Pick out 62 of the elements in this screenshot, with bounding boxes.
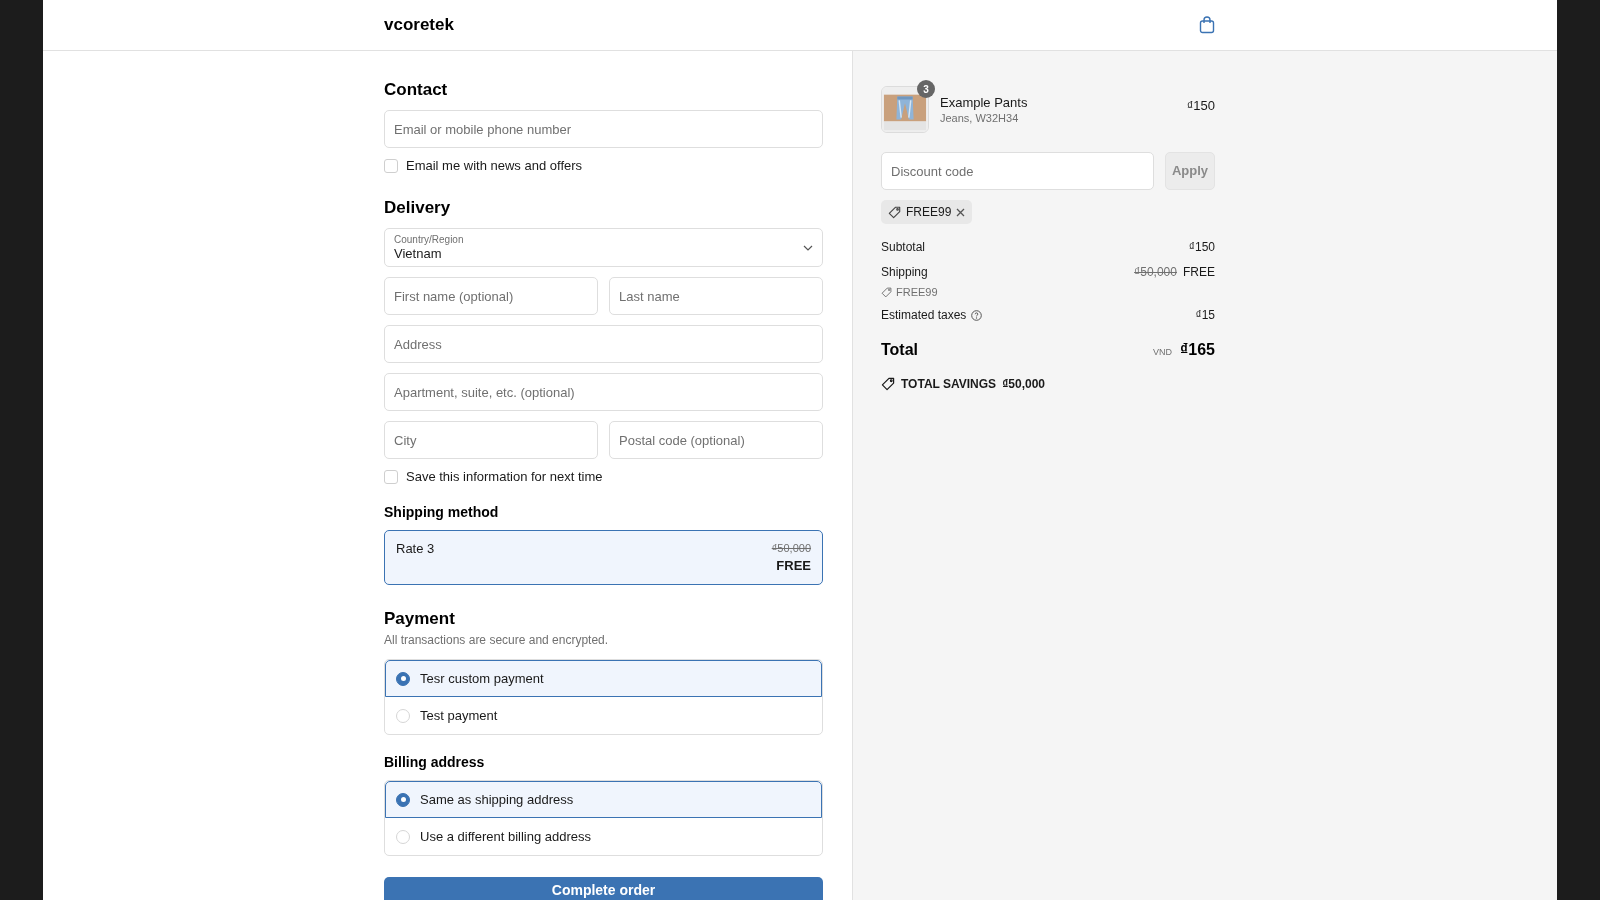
input-field[interactable]: Postal code (optional) xyxy=(609,421,823,459)
product-name: Example Pants xyxy=(940,94,1029,111)
tag-icon xyxy=(881,377,895,391)
radio-button[interactable] xyxy=(396,792,410,807)
radio-option[interactable]: Tesr custom payment xyxy=(385,660,822,697)
country-select[interactable]: Country/Region Vietnam xyxy=(384,228,823,267)
field-value: Vietnam xyxy=(394,246,443,261)
store-logo[interactable]: vcoretek xyxy=(384,12,454,38)
input-field[interactable]: Address xyxy=(384,325,823,363)
total-value: ₫165 xyxy=(1180,340,1215,360)
discount-code: FREE99 xyxy=(906,204,952,221)
summary-value: ₫15 xyxy=(1195,307,1215,324)
summary-label: Shipping xyxy=(881,264,928,281)
complete-order-button[interactable]: Complete order xyxy=(384,877,823,900)
checkbox-label[interactable]: Email me with news and offers xyxy=(406,156,583,176)
help-icon[interactable] xyxy=(971,309,983,321)
savings-value: ₫50,000 xyxy=(1002,376,1045,393)
radio-option[interactable]: Use a different billing address xyxy=(385,818,822,855)
option-label: Tesr custom payment xyxy=(420,669,544,688)
section-heading: Payment xyxy=(384,608,456,630)
checkbox[interactable] xyxy=(384,159,398,173)
option-label: Test payment xyxy=(420,706,498,725)
input-field[interactable]: Last name xyxy=(609,277,823,315)
summary-value: FREE xyxy=(1183,264,1215,281)
input-field[interactable]: Email or mobile phone number xyxy=(384,110,823,148)
shipping-rate-option[interactable]: Rate 3 ₫50,000 FREE xyxy=(384,530,823,585)
rate-price: FREE xyxy=(776,558,811,574)
original-price: ₫50,000 xyxy=(1134,264,1177,281)
checkbox[interactable] xyxy=(384,470,398,484)
currency-code: VND xyxy=(1153,346,1173,359)
input-field[interactable]: Discount code xyxy=(881,152,1154,190)
section-heading: Billing address xyxy=(384,753,486,772)
radio-option[interactable]: Test payment xyxy=(385,697,822,734)
input-field[interactable]: City xyxy=(384,421,598,459)
summary-label: Subtotal xyxy=(881,239,926,256)
summary-value: ₫150 xyxy=(1188,239,1215,256)
tag-icon xyxy=(888,205,901,219)
chevron-down-icon xyxy=(803,244,813,251)
option-label: Use a different billing address xyxy=(420,827,592,846)
section-subtitle: All transactions are secure and encrypted. xyxy=(384,632,610,648)
product-price: ₫150 xyxy=(1186,97,1215,115)
rate-name: Rate 3 xyxy=(396,541,435,558)
checkbox-label[interactable]: Save this information for next time xyxy=(406,467,603,487)
field-label: Country/Region xyxy=(394,234,464,246)
tag-icon xyxy=(881,286,892,298)
discount-code: FREE99 xyxy=(896,284,938,300)
close-icon[interactable] xyxy=(956,207,966,217)
section-heading: Delivery xyxy=(384,197,452,219)
option-label: Same as shipping address xyxy=(420,790,574,809)
input-field[interactable]: First name (optional) xyxy=(384,277,598,315)
input-field[interactable]: Apartment, suite, etc. (optional) xyxy=(384,373,823,411)
summary-label: Estimated taxes xyxy=(881,307,967,324)
total-label: Total xyxy=(881,340,919,360)
section-heading: Contact xyxy=(384,79,449,101)
product-variant: Jeans, W32H34 xyxy=(940,110,1020,125)
radio-option[interactable]: Same as shipping address xyxy=(385,781,822,818)
shopping-bag-icon[interactable] xyxy=(1199,16,1215,34)
section-heading: Shipping method xyxy=(384,503,500,522)
savings-label: TOTAL SAVINGS xyxy=(901,376,997,393)
radio-button[interactable] xyxy=(396,671,410,686)
quantity-badge: 3 xyxy=(917,80,935,98)
original-price: ₫50,000 xyxy=(771,541,811,555)
